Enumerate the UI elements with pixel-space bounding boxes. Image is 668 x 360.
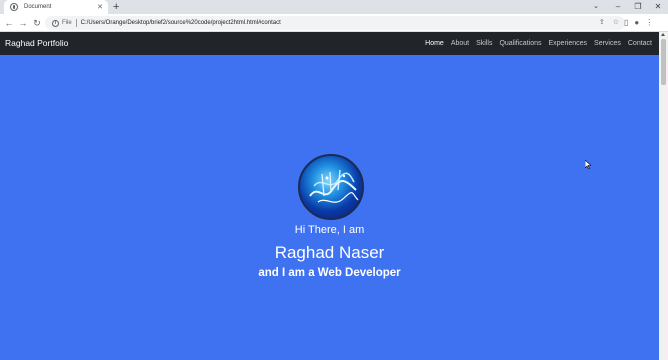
nav-link-qualifications[interactable]: Qualifications	[499, 40, 541, 47]
minimize-button[interactable]: –	[608, 0, 628, 14]
calligraphy-image	[309, 169, 359, 203]
url-divider	[75, 19, 77, 27]
scrollbar-thumb[interactable]	[661, 39, 666, 85]
share-icon[interactable]: ⇪	[599, 18, 605, 28]
globe-icon	[10, 3, 18, 11]
browser-toolbar: ← → ↻ i File C:/Users/Orange/Desktop/bri…	[0, 14, 668, 32]
back-button[interactable]: ←	[3, 17, 15, 29]
nav-link-skills[interactable]: Skills	[476, 40, 492, 47]
browser-tabstrip: Document ✕ + ⌄ – ❐ ✕	[0, 0, 668, 14]
info-icon[interactable]: i	[52, 19, 59, 27]
profile-icon[interactable]: ●	[634, 17, 639, 29]
browser-menu-icon[interactable]: ⋮	[645, 17, 653, 29]
profile-avatar	[298, 154, 364, 220]
browser-tab[interactable]: Document ✕	[4, 0, 108, 14]
page-scrollbar[interactable]	[659, 32, 668, 360]
side-panel-icon[interactable]: ▯	[624, 17, 628, 29]
url-text[interactable]: C:/Users/Orange/Desktop/brief2/source%20…	[81, 20, 281, 26]
reload-button[interactable]: ↻	[31, 17, 43, 29]
window-controls: – ❐ ✕	[608, 0, 668, 14]
nav-link-about[interactable]: About	[451, 40, 469, 47]
nav-link-home[interactable]: Home	[425, 40, 444, 47]
scroll-up-arrow-icon[interactable]	[661, 33, 665, 36]
tab-search-icon[interactable]: ⌄	[593, 0, 599, 14]
nav-link-services[interactable]: Services	[594, 40, 621, 47]
address-bar[interactable]: i File C:/Users/Orange/Desktop/brief2/so…	[45, 16, 625, 30]
hero-name: Raghad Naser	[274, 243, 385, 262]
nav-links: Home About Skills Qualifications Experie…	[425, 32, 652, 55]
navbar-brand[interactable]: Raghad Portfolio	[5, 32, 68, 55]
mouse-cursor-icon	[585, 160, 591, 169]
site-navbar: Raghad Portfolio Home About Skills Quali…	[0, 32, 668, 55]
hero-section: Hi There, I am Raghad Naser and I am a W…	[0, 55, 659, 360]
close-tab-icon[interactable]: ✕	[97, 4, 103, 11]
nav-link-contact[interactable]: Contact	[628, 40, 652, 47]
forward-button[interactable]: →	[17, 17, 29, 29]
url-scheme: File	[62, 20, 72, 26]
bookmark-star-icon[interactable]: ☆	[613, 18, 619, 28]
tab-title: Document	[24, 4, 52, 10]
hero-role: and I am a Web Developer	[258, 267, 401, 279]
new-tab-button[interactable]: +	[113, 1, 119, 13]
nav-link-experiences[interactable]: Experiences	[549, 40, 588, 47]
hero-greeting: Hi There, I am	[294, 224, 365, 236]
close-window-button[interactable]: ✕	[648, 0, 668, 14]
maximize-button[interactable]: ❐	[628, 0, 648, 14]
